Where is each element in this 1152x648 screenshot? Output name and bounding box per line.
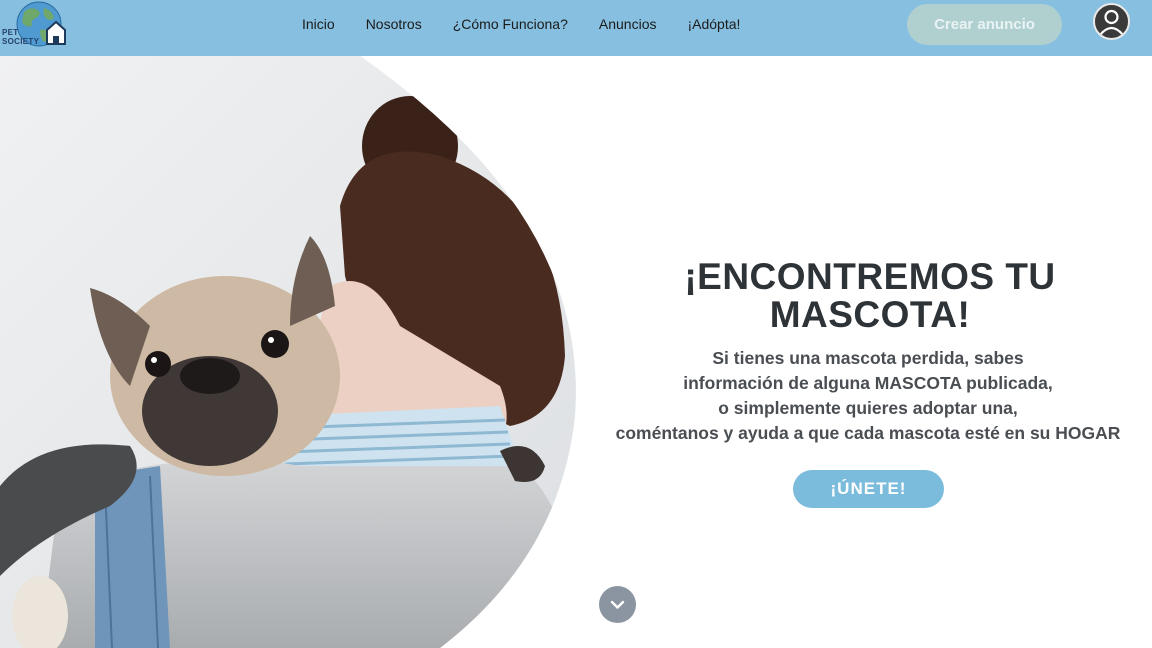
- nav-link-inicio[interactable]: Inicio: [302, 16, 335, 32]
- hero-description-line: información de alguna MASCOTA publicada,: [683, 373, 1053, 393]
- hero-photo-woman-with-dog: [0, 56, 590, 648]
- hero-description-line: o simplemente quieres adoptar una,: [718, 398, 1018, 418]
- nav-link-anuncios[interactable]: Anuncios: [599, 16, 657, 32]
- hero-title: ¡ENCONTREMOS TU MASCOTA!: [684, 256, 1056, 335]
- hero-description-line: coméntanos y ayuda a que cada mascota es…: [615, 423, 1121, 443]
- avatar[interactable]: [1093, 3, 1130, 40]
- scroll-down-button[interactable]: [599, 586, 636, 623]
- user-icon: [1099, 9, 1124, 36]
- hero-image: [0, 56, 576, 648]
- create-ad-button[interactable]: Crear anuncio: [907, 4, 1062, 45]
- nav-link-como-funciona[interactable]: ¿Cómo Funciona?: [453, 16, 568, 32]
- hero-description: Si tienes una mascota perdida, sabes inf…: [588, 346, 1148, 446]
- nav-link-nosotros[interactable]: Nosotros: [366, 16, 422, 32]
- pet-society-logo[interactable]: PET SOCIETY: [0, 0, 72, 52]
- main-nav: Inicio Nosotros ¿Cómo Funciona? Anuncios…: [302, 16, 740, 32]
- join-button[interactable]: ¡ÚNETE!: [793, 470, 944, 508]
- chevron-down-icon: [610, 600, 625, 609]
- hero-description-line: Si tienes una mascota perdida, sabes: [712, 348, 1024, 368]
- logo-text: PET SOCIETY: [2, 28, 39, 46]
- logo-text-line2: SOCIETY: [2, 37, 40, 46]
- logo-text-line1: PET: [2, 28, 19, 37]
- navbar: PET SOCIETY Inicio Nosotros ¿Cómo Funcio…: [0, 0, 1152, 56]
- nav-link-adopta[interactable]: ¡Adópta!: [687, 16, 740, 32]
